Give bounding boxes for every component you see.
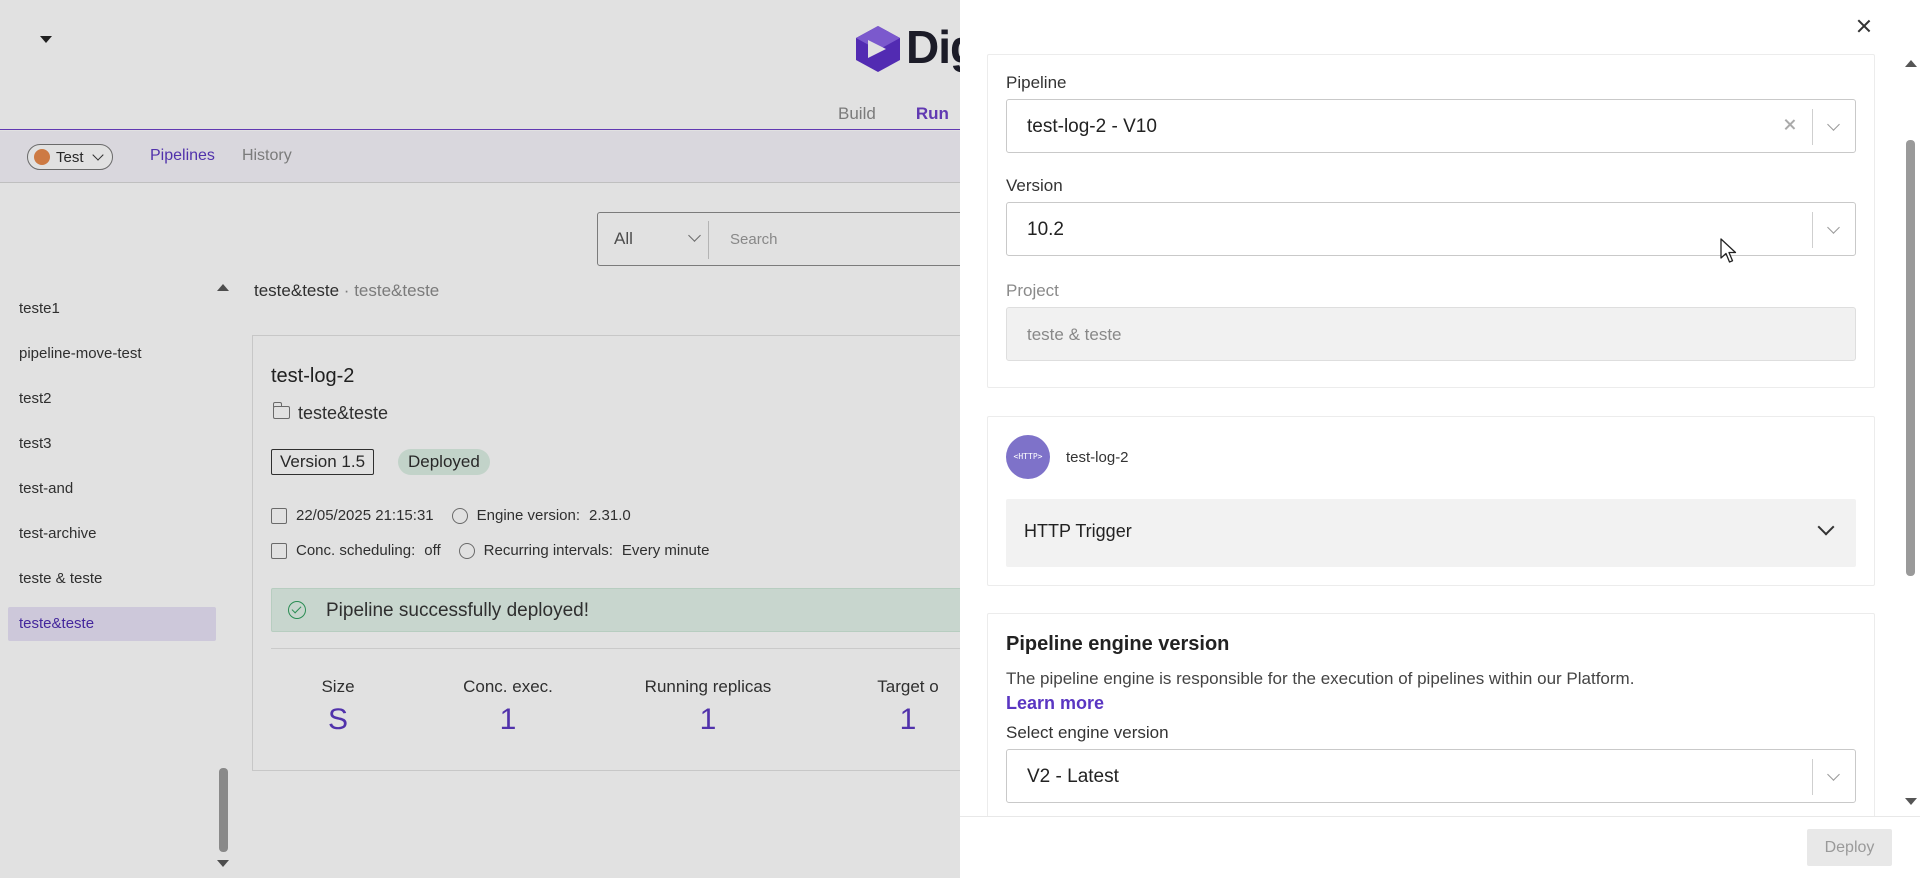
divider xyxy=(1812,212,1813,248)
chevron-down-icon[interactable] xyxy=(1827,118,1840,131)
version-select-value: 10.2 xyxy=(1027,219,1064,240)
mouse-pointer-icon xyxy=(1720,238,1737,263)
deploy-drawer: Pipeline test-log-2 - V10 Version 10.2 P… xyxy=(960,0,1920,878)
trigger-section: <HTTP> test-log-2 HTTP Trigger xyxy=(987,416,1875,586)
engine-version-select[interactable]: V2 - Latest xyxy=(1006,749,1856,803)
project-field-value: teste & teste xyxy=(1027,325,1122,344)
drawer-scrollbar-thumb[interactable] xyxy=(1906,140,1915,576)
engine-description: The pipeline engine is responsible for t… xyxy=(1006,669,1635,688)
scroll-up-arrow-icon[interactable] xyxy=(1905,60,1917,67)
http-trigger-accordion[interactable]: HTTP Trigger xyxy=(1006,499,1856,567)
divider xyxy=(1812,759,1813,795)
deploy-button[interactable]: Deploy xyxy=(1807,829,1892,866)
modal-overlay[interactable] xyxy=(0,0,960,878)
chevron-down-icon[interactable] xyxy=(1827,768,1840,781)
learn-more-link[interactable]: Learn more xyxy=(1006,693,1104,714)
version-label: Version xyxy=(1006,176,1063,195)
close-icon[interactable] xyxy=(1852,14,1876,38)
divider xyxy=(960,816,1920,817)
scroll-down-arrow-icon[interactable] xyxy=(1905,798,1917,805)
pipeline-label: Pipeline xyxy=(1006,73,1067,92)
http-trigger-avatar: <HTTP> xyxy=(1006,435,1050,479)
pipeline-config-section: Pipeline test-log-2 - V10 Version 10.2 P… xyxy=(987,54,1875,388)
chevron-down-icon[interactable] xyxy=(1817,518,1835,536)
drawer-content: Pipeline test-log-2 - V10 Version 10.2 P… xyxy=(960,54,1920,816)
engine-version-value: V2 - Latest xyxy=(1027,766,1119,787)
clear-icon[interactable] xyxy=(1779,114,1801,136)
trigger-name: test-log-2 xyxy=(1066,449,1129,466)
pipeline-select-value: test-log-2 - V10 xyxy=(1027,116,1157,137)
project-label: Project xyxy=(1006,281,1059,300)
accordion-title: HTTP Trigger xyxy=(1024,521,1132,541)
engine-section-title: Pipeline engine version xyxy=(1006,633,1230,655)
engine-select-label: Select engine version xyxy=(1006,723,1169,742)
engine-version-section: Pipeline engine version The pipeline eng… xyxy=(987,613,1875,816)
chevron-down-icon[interactable] xyxy=(1827,221,1840,234)
project-field: teste & teste xyxy=(1006,307,1856,361)
divider xyxy=(1812,109,1813,145)
pipeline-select[interactable]: test-log-2 - V10 xyxy=(1006,99,1856,153)
